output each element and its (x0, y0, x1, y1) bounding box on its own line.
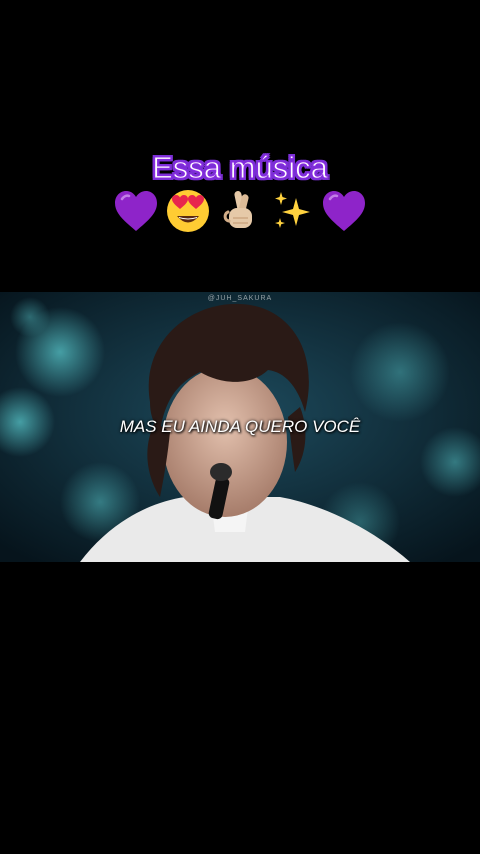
crossed-fingers-icon (216, 187, 264, 235)
video-subtitle: MAS EU AINDA QUERO VOCÊ (119, 417, 361, 436)
caption-title: Essa música (152, 150, 329, 186)
purple-heart-icon (112, 187, 160, 235)
watermark: @JUH_SAKURA (207, 295, 273, 302)
heart-eyes-face-icon (164, 187, 212, 235)
emoji-row (0, 186, 480, 236)
caption-overlay: Essa música (0, 150, 480, 236)
video-player[interactable]: @JUH_SAKURA MAS EU AINDA QUERO VOCÊ (0, 292, 480, 562)
purple-heart-icon (320, 187, 368, 235)
sparkles-icon (268, 187, 316, 235)
